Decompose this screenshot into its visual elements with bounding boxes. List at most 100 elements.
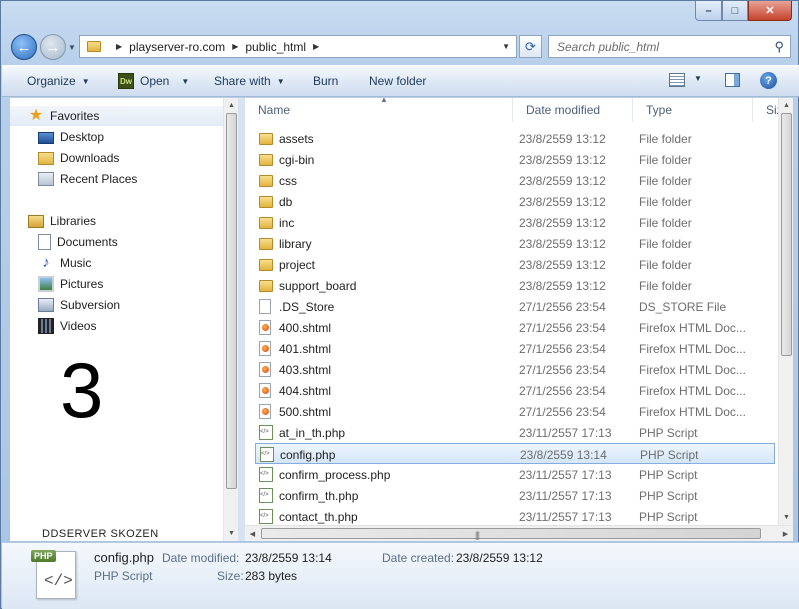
- file-list-hscrollbar[interactable]: ◀ ||| ▶: [245, 525, 793, 541]
- nav-favorites[interactable]: ★ Favorites: [10, 106, 223, 126]
- share-with-button[interactable]: Share with ▼: [214, 66, 285, 96]
- downloads-icon: [38, 151, 54, 165]
- folder-icon: [259, 154, 273, 166]
- firefox-html-icon: [259, 383, 271, 398]
- file-row[interactable]: config.php 23/8/2559 13:14 PHP Script: [255, 443, 775, 464]
- column-header-label: Date modified: [526, 103, 601, 117]
- chevron-right-icon[interactable]: ▶: [313, 42, 319, 51]
- nav-item-recent-places[interactable]: Recent Places: [38, 169, 137, 189]
- file-list-vscrollbar[interactable]: ▲ ▼: [778, 98, 793, 525]
- firefox-html-icon: [259, 320, 271, 335]
- file-row[interactable]: css 23/8/2559 13:12 File folder: [255, 170, 775, 191]
- scroll-up-icon[interactable]: ▲: [779, 98, 794, 113]
- nav-item-music[interactable]: ♪ Music: [38, 253, 91, 273]
- new-folder-button[interactable]: New folder: [369, 66, 426, 96]
- file-row[interactable]: 400.shtml 27/1/2556 23:54 Firefox HTML Doc…: [255, 317, 775, 338]
- address-dropdown-icon[interactable]: ▼: [502, 42, 510, 51]
- nav-item-downloads[interactable]: Downloads: [38, 148, 119, 168]
- chevron-down-icon[interactable]: ▼: [181, 77, 189, 86]
- scroll-thumb[interactable]: [226, 113, 237, 489]
- file-date-modified: 23/8/2559 13:12: [519, 258, 606, 272]
- file-row[interactable]: 500.shtml 27/1/2556 23:54 Firefox HTML Doc…: [255, 401, 775, 422]
- scroll-left-icon[interactable]: ◀: [245, 526, 260, 542]
- column-header-date[interactable]: Date modified: [513, 98, 633, 122]
- file-row[interactable]: cgi-bin 23/8/2559 13:12 File folder: [255, 149, 775, 170]
- pane-splitter[interactable]: [238, 98, 245, 541]
- file-row[interactable]: contact_th.php 23/11/2557 17:13 PHP Script: [255, 506, 775, 525]
- open-button[interactable]: Dw Open ▼: [118, 66, 189, 96]
- breadcrumb-item[interactable]: playserver-ro.com: [129, 40, 225, 54]
- file-date-modified: 23/8/2559 13:12: [519, 195, 606, 209]
- nav-item-videos[interactable]: Videos: [38, 316, 96, 336]
- nav-libraries[interactable]: Libraries: [10, 211, 96, 231]
- file-type: DS_STORE File: [639, 300, 727, 314]
- nav-item-desktop[interactable]: Desktop: [38, 127, 104, 147]
- scroll-thumb[interactable]: [261, 528, 761, 539]
- forward-button[interactable]: →: [40, 34, 66, 60]
- file-row[interactable]: support_board 23/8/2559 13:12 File folder: [255, 275, 775, 296]
- maximize-button[interactable]: □: [722, 1, 748, 21]
- php-script-icon: [259, 509, 273, 524]
- column-header-label: Size: [766, 103, 778, 117]
- back-button[interactable]: ←: [11, 34, 37, 60]
- nav-item-pictures[interactable]: Pictures: [38, 274, 103, 294]
- file-row[interactable]: .DS_Store 27/1/2556 23:54 DS_STORE File: [255, 296, 775, 317]
- file-row[interactable]: at_in_th.php 23/11/2557 17:13 PHP Script: [255, 422, 775, 443]
- details-date-created[interactable]: 23/8/2559 13:12: [456, 551, 543, 565]
- file-row[interactable]: inc 23/8/2559 13:12 File folder: [255, 212, 775, 233]
- file-row[interactable]: confirm_process.php 23/11/2557 17:13 PHP S…: [255, 464, 775, 485]
- folder-icon: [259, 280, 273, 292]
- file-row[interactable]: library 23/8/2559 13:12 File folder: [255, 233, 775, 254]
- scroll-down-icon[interactable]: ▼: [779, 510, 794, 525]
- details-date-modified[interactable]: 23/8/2559 13:14: [245, 551, 332, 565]
- file-row[interactable]: 404.shtml 27/1/2556 23:54 Firefox HTML Doc…: [255, 380, 775, 401]
- column-header-type[interactable]: Type: [633, 98, 753, 122]
- dreamweaver-icon: Dw: [118, 73, 134, 89]
- burn-button[interactable]: Burn: [313, 66, 338, 96]
- chevron-right-icon[interactable]: ▶: [116, 42, 122, 51]
- minimize-button[interactable]: –: [695, 1, 722, 21]
- scroll-right-icon[interactable]: ▶: [778, 526, 793, 542]
- php-script-icon: [259, 425, 273, 440]
- subversion-icon: [38, 298, 54, 312]
- overlay-number: 3: [60, 346, 104, 434]
- folder-icon: [259, 238, 273, 250]
- file-type: PHP Script: [639, 426, 698, 440]
- file-row[interactable]: 403.shtml 27/1/2556 23:54 Firefox HTML Doc…: [255, 359, 775, 380]
- file-name: .DS_Store: [279, 300, 335, 314]
- chevron-right-icon[interactable]: ▶: [232, 42, 238, 51]
- nav-item-subversion[interactable]: Subversion: [38, 295, 120, 315]
- file-row[interactable]: db 23/8/2559 13:12 File folder: [255, 191, 775, 212]
- libraries-icon: [28, 214, 44, 228]
- column-header-name[interactable]: Name ▲: [245, 98, 513, 122]
- search-icon[interactable]: ⚲: [774, 39, 784, 55]
- file-date-modified: 27/1/2556 23:54: [519, 363, 606, 377]
- refresh-button[interactable]: ⟳: [519, 35, 542, 58]
- folder-icon: [87, 41, 101, 52]
- nav-item-partial[interactable]: DDSERVER SKOZEN: [42, 528, 159, 540]
- search-input[interactable]: Search public_html ⚲: [548, 35, 791, 58]
- file-row[interactable]: 401.shtml 27/1/2556 23:54 Firefox HTML Doc…: [255, 338, 775, 359]
- close-button[interactable]: ✕: [748, 1, 792, 21]
- file-row[interactable]: assets 23/8/2559 13:12 File folder: [255, 128, 775, 149]
- scroll-down-icon[interactable]: ▼: [224, 526, 239, 541]
- column-header-size[interactable]: Size: [753, 98, 778, 122]
- preview-pane-button[interactable]: [725, 73, 740, 90]
- scroll-up-icon[interactable]: ▲: [224, 98, 239, 113]
- details-size: 283 bytes: [245, 569, 298, 583]
- videos-icon: [38, 318, 54, 334]
- arrow-left-icon: ←: [16, 38, 32, 56]
- change-view-button[interactable]: [669, 73, 685, 90]
- nav-item-documents[interactable]: Documents: [38, 232, 118, 252]
- address-bar[interactable]: ▶ playserver-ro.com ▶ public_html ▶ ▼: [79, 35, 517, 58]
- view-options-dropdown[interactable]: ▼: [694, 74, 702, 83]
- breadcrumb-item[interactable]: public_html: [245, 40, 306, 54]
- nav-item-label: Recent Places: [60, 172, 138, 186]
- nav-pane-scrollbar[interactable]: ▲ ▼: [223, 98, 238, 541]
- help-button[interactable]: ?: [760, 72, 777, 89]
- organize-button[interactable]: Organize ▼: [27, 66, 90, 96]
- file-row[interactable]: confirm_th.php 23/11/2557 17:13 PHP Script: [255, 485, 775, 506]
- recent-pages-dropdown[interactable]: ▼: [68, 43, 76, 52]
- scroll-thumb[interactable]: [781, 113, 792, 356]
- file-row[interactable]: project 23/8/2559 13:12 File folder: [255, 254, 775, 275]
